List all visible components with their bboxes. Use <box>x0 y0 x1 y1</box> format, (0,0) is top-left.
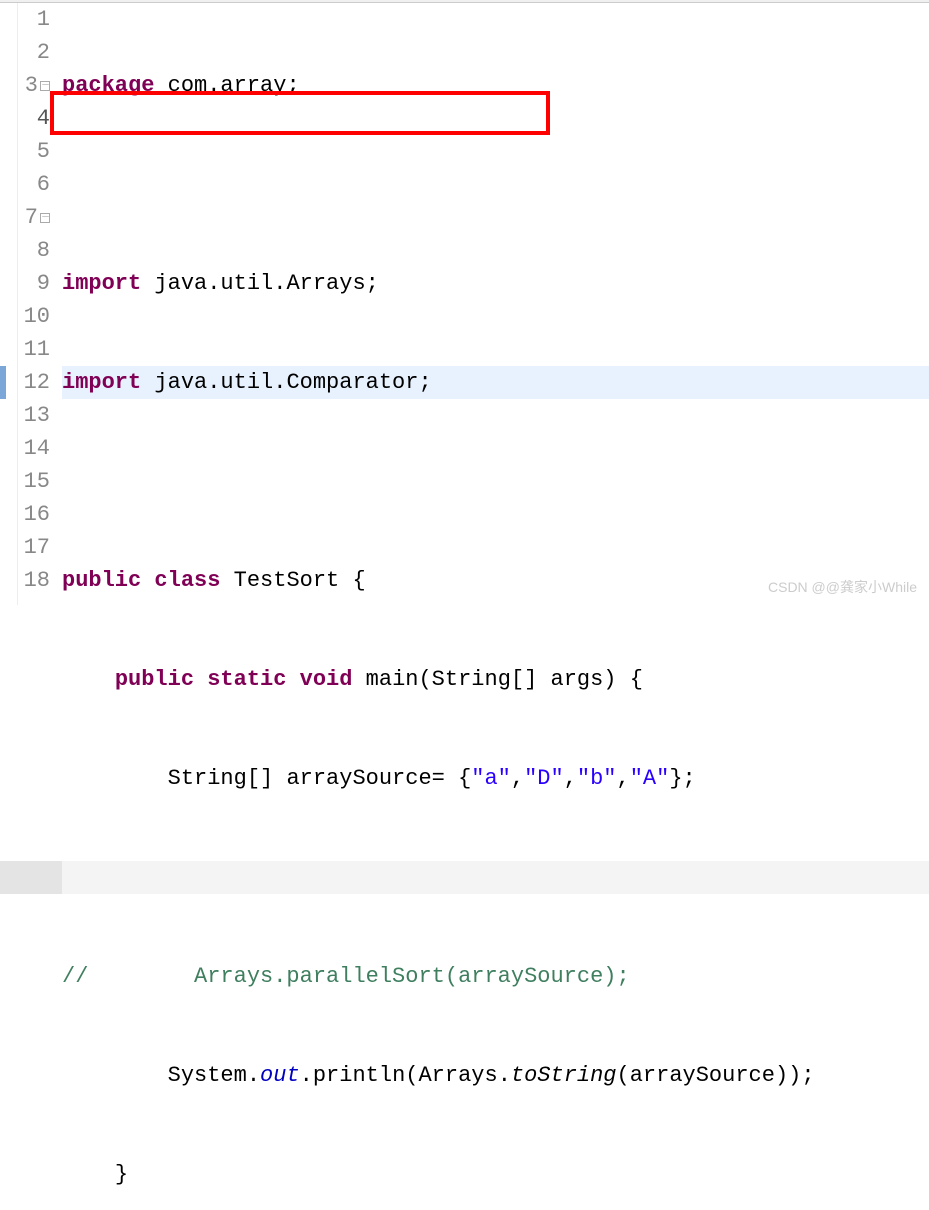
gutter-line[interactable]: 9 <box>18 267 50 300</box>
string-literal: "a" <box>471 766 511 791</box>
line-number: 7 <box>14 201 38 234</box>
gutter-line[interactable]: 8 <box>18 234 50 267</box>
indent <box>62 1063 168 1088</box>
indent <box>62 667 115 692</box>
code-text: (arraySource)); <box>617 1063 815 1088</box>
code-editor[interactable]: 1 2 3－ 4 5 6 7－ 8 9 10 11 12 13 14 15 16… <box>0 3 929 605</box>
static-field: out <box>260 1063 300 1088</box>
indent <box>62 1162 115 1187</box>
code-line[interactable] <box>62 168 929 201</box>
code-text: TestSort { <box>220 568 365 593</box>
gutter-line[interactable]: 2 <box>18 36 50 69</box>
keyword: public <box>115 667 194 692</box>
string-literal: "D" <box>524 766 564 791</box>
static-method: toString <box>511 1063 617 1088</box>
fold-icon[interactable]: － <box>40 81 50 91</box>
code-text: } <box>115 1162 128 1187</box>
code-line[interactable]: import java.util.Arrays; <box>62 267 929 300</box>
line-number: 4 <box>26 102 50 135</box>
line-number: 6 <box>26 168 50 201</box>
code-line[interactable]: package com.array; <box>62 69 929 102</box>
line-number: 15 <box>24 465 50 498</box>
code-text: java.util.Arrays; <box>141 271 379 296</box>
line-number: 9 <box>26 267 50 300</box>
fold-icon[interactable]: － <box>40 213 50 223</box>
code-line[interactable]: public static void main(String[] args) { <box>62 663 929 696</box>
gutter-line[interactable]: 16 <box>18 498 50 531</box>
keyword: package <box>62 73 154 98</box>
gutter-line[interactable]: 18 <box>18 564 50 597</box>
line-number: 13 <box>24 399 50 432</box>
code-line[interactable]: // Arrays.parallelSort(arraySource); <box>62 960 929 993</box>
line-number: 8 <box>26 234 50 267</box>
string-literal: "b" <box>577 766 617 791</box>
line-number: 11 <box>24 333 50 366</box>
code-line[interactable] <box>62 861 929 894</box>
code-line[interactable]: } <box>62 1158 929 1191</box>
keyword: import <box>62 271 141 296</box>
gutter-line[interactable]: 1 <box>18 3 50 36</box>
line-number: 14 <box>24 432 50 465</box>
code-text-area[interactable]: package com.array; import java.util.Arra… <box>56 3 929 605</box>
code-line[interactable]: String[] arraySource= {"a","D","b","A"}; <box>62 762 929 795</box>
code-text: main(String[] args) { <box>352 667 642 692</box>
keyword: static <box>207 667 286 692</box>
code-text: com.array; <box>154 73 299 98</box>
current-line-indicator <box>0 366 6 399</box>
line-number: 5 <box>26 135 50 168</box>
comment: // Arrays.parallelSort(arraySource); <box>62 964 630 989</box>
gutter-line[interactable]: 10 <box>18 300 50 333</box>
code-text: String[] arraySource= { <box>168 766 472 791</box>
line-number: 2 <box>26 36 50 69</box>
gutter-line[interactable]: 5 <box>18 135 50 168</box>
code-text: .println(Arrays. <box>300 1063 511 1088</box>
line-number: 12 <box>24 366 50 399</box>
gutter-line[interactable]: 7－ <box>18 201 50 234</box>
line-number: 10 <box>24 300 50 333</box>
gutter-line[interactable]: 6 <box>18 168 50 201</box>
code-line[interactable] <box>62 465 929 498</box>
keyword: public <box>62 568 141 593</box>
gutter-line[interactable]: 14 <box>18 432 50 465</box>
string-literal: "A" <box>630 766 670 791</box>
code-line[interactable]: System.out.println(Arrays.toString(array… <box>62 1059 929 1092</box>
code-text: java.util.Comparator; <box>141 370 431 395</box>
keyword: void <box>300 667 353 692</box>
code-text: System. <box>168 1063 260 1088</box>
gutter-line[interactable]: 13 <box>18 399 50 432</box>
gutter-line[interactable]: 15 <box>18 465 50 498</box>
indent <box>62 766 168 791</box>
keyword: import <box>62 370 141 395</box>
line-number: 1 <box>26 3 50 36</box>
gutter-line[interactable]: 3－ <box>18 69 50 102</box>
gutter-line[interactable]: 17 <box>18 531 50 564</box>
gutter-line[interactable]: 4 <box>18 102 50 135</box>
gutter-line[interactable]: 12 <box>18 366 50 399</box>
line-number: 18 <box>24 564 50 597</box>
keyword: class <box>154 568 220 593</box>
line-number: 17 <box>24 531 50 564</box>
code-line-current[interactable]: import java.util.Comparator; <box>62 366 929 399</box>
line-number: 16 <box>24 498 50 531</box>
code-text: }; <box>669 766 695 791</box>
line-number-gutter[interactable]: 1 2 3－ 4 5 6 7－ 8 9 10 11 12 13 14 15 16… <box>18 3 56 605</box>
gutter-line[interactable]: 11 <box>18 333 50 366</box>
line-number: 3 <box>14 69 38 102</box>
watermark: CSDN @@龚家小While <box>768 577 917 597</box>
